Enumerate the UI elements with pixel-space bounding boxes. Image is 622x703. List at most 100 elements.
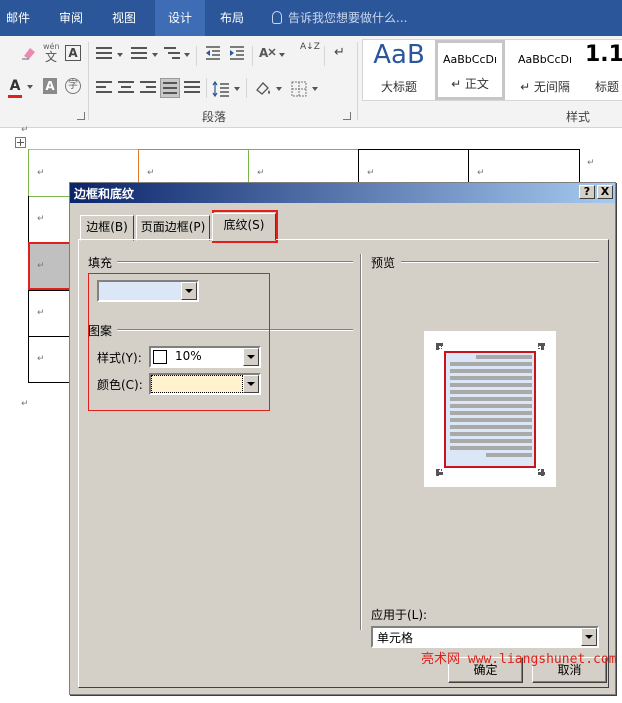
- tab-view[interactable]: 视图: [103, 0, 145, 36]
- separator: [196, 46, 197, 66]
- decrease-indent-icon[interactable]: [204, 44, 222, 62]
- preview-corner-mark: [538, 343, 544, 349]
- multilevel-list-icon[interactable]: [164, 47, 180, 62]
- style-sample: AaBbCcDı: [517, 53, 573, 66]
- table-col-border: [138, 149, 139, 182]
- chevron-down-icon[interactable]: [312, 87, 318, 91]
- style-no-spacing[interactable]: AaBbCcDı ↵ 无间隔: [509, 40, 581, 100]
- tab-layout[interactable]: 布局: [210, 0, 254, 36]
- char-border-icon[interactable]: A: [65, 45, 81, 61]
- distributed-icon[interactable]: [184, 81, 200, 96]
- ribbon-body: wén 文 A A A 字 A A↓Z ↵ 段落 AaB 大标题 AaBbCcD…: [0, 36, 622, 128]
- table-col-border: [358, 149, 359, 182]
- separator: [324, 46, 325, 66]
- tab-page-border[interactable]: 页面边框(P): [136, 215, 210, 241]
- table-row-border: [28, 196, 70, 197]
- enclose-char-icon[interactable]: 字: [65, 78, 81, 94]
- table-col-border: [579, 149, 580, 182]
- style-name: ↵ 无间隔: [520, 80, 570, 94]
- close-button[interactable]: X: [597, 185, 613, 199]
- shading-icon[interactable]: [254, 80, 272, 98]
- separator: [246, 78, 247, 98]
- cell-paragraph-mark: ↵: [37, 308, 45, 318]
- style-name: 大标题: [380, 80, 417, 94]
- align-center-icon[interactable]: [118, 81, 134, 96]
- chevron-down-icon[interactable]: [117, 53, 123, 57]
- paragraph-dialog-launcher[interactable]: [343, 112, 351, 120]
- cell-paragraph-mark: ↵: [37, 214, 45, 224]
- apply-to-label: 应用于(L):: [371, 608, 428, 622]
- cell-paragraph-mark: ↵: [37, 261, 45, 271]
- borders-shading-dialog: 边框和底纹 ? X 边框(B) 页面边框(P) 底纹(S) 填充 图案 样式(Y…: [69, 182, 616, 695]
- shading-preview[interactable]: [424, 331, 556, 487]
- chevron-down-icon[interactable]: [184, 53, 190, 57]
- styles-gallery: AaB 大标题 AaBbCcDı ↵ 正文 AaBbCcDı ↵ 无间隔 1.1…: [362, 39, 622, 101]
- help-button[interactable]: ?: [579, 185, 595, 199]
- cell-paragraph-mark: ↵: [147, 168, 155, 178]
- style-normal[interactable]: AaBbCcDı ↵ 正文: [435, 40, 505, 100]
- numbering-icon[interactable]: [131, 47, 147, 62]
- tell-me-box[interactable]: 告诉我您想要做什么...: [272, 0, 407, 36]
- sort-icon[interactable]: A↓Z: [300, 42, 320, 52]
- font-dialog-launcher[interactable]: [77, 112, 85, 120]
- chevron-down-icon[interactable]: [279, 53, 285, 57]
- separator: [252, 46, 253, 66]
- group-separator: [88, 42, 89, 120]
- chevron-down-icon[interactable]: [276, 87, 282, 91]
- panel-divider: [360, 254, 362, 630]
- cell-paragraph-mark: ↵: [37, 354, 45, 364]
- preview-cell: [444, 351, 536, 468]
- chevron-down-icon[interactable]: [152, 53, 158, 57]
- table-col-border: [468, 149, 469, 182]
- table-border-top-cell3: [248, 149, 358, 150]
- tab-mailings[interactable]: 邮件: [0, 0, 36, 36]
- paragraph-group-label: 段落: [202, 110, 227, 124]
- chevron-down-icon[interactable]: [234, 87, 240, 91]
- paragraph-mark: ↵: [21, 125, 29, 135]
- line-spacing-icon[interactable]: [212, 80, 230, 98]
- preview-corner-mark: [436, 469, 442, 475]
- style-name: 标题: [595, 80, 620, 94]
- font-color-icon[interactable]: A: [8, 78, 22, 94]
- style-name: ↵ 正文: [451, 77, 489, 91]
- chevron-down-icon[interactable]: [581, 628, 597, 646]
- align-left-icon[interactable]: [96, 81, 112, 96]
- bullets-icon[interactable]: [96, 47, 112, 62]
- group-separator: [357, 42, 358, 120]
- lightbulb-icon: [272, 10, 282, 24]
- align-right-icon[interactable]: [140, 81, 156, 96]
- borders-icon[interactable]: [290, 80, 308, 98]
- style-heading[interactable]: 1.1 标题: [581, 40, 622, 100]
- phonetic-guide-char: 文: [44, 50, 57, 64]
- char-shading-icon[interactable]: A: [43, 78, 57, 94]
- settings-highlight-box: [88, 273, 270, 411]
- separator: [206, 78, 207, 98]
- tab-design[interactable]: 设计: [155, 0, 205, 36]
- cell-paragraph-mark: ↵: [477, 168, 485, 178]
- increase-indent-icon[interactable]: [228, 44, 246, 62]
- preview-corner-mark: [538, 469, 544, 475]
- tab-shading[interactable]: 底纹(S): [212, 213, 276, 241]
- cell-paragraph-mark: ↵: [257, 168, 265, 178]
- chinese-layout-icon[interactable]: A: [258, 44, 276, 62]
- cell-paragraph-mark: ↵: [37, 168, 45, 178]
- table-move-handle[interactable]: [15, 137, 26, 148]
- tab-borders[interactable]: 边框(B): [80, 215, 134, 241]
- chevron-down-icon[interactable]: [27, 85, 33, 89]
- selected-cell[interactable]: [30, 244, 70, 288]
- tab-review[interactable]: 审阅: [50, 0, 92, 36]
- clear-format-icon[interactable]: [20, 44, 38, 62]
- style-sample: AaB: [373, 40, 425, 70]
- dialog-titlebar[interactable]: 边框和底纹 ? X: [70, 183, 615, 203]
- style-title[interactable]: AaB 大标题: [363, 40, 435, 100]
- phonetic-guide-icon[interactable]: wén 文: [43, 42, 60, 64]
- table-border-top-cell2: [138, 149, 248, 150]
- table-border-top-cell1: [28, 149, 138, 150]
- fill-label: 填充: [88, 256, 113, 270]
- justify-icon[interactable]: [160, 78, 180, 98]
- table-row-border: [28, 336, 70, 337]
- show-marks-icon[interactable]: ↵: [334, 45, 345, 60]
- apply-to-dropdown[interactable]: 单元格: [371, 626, 599, 648]
- svg-text:A: A: [259, 46, 269, 60]
- table-border-bottom: [28, 382, 70, 383]
